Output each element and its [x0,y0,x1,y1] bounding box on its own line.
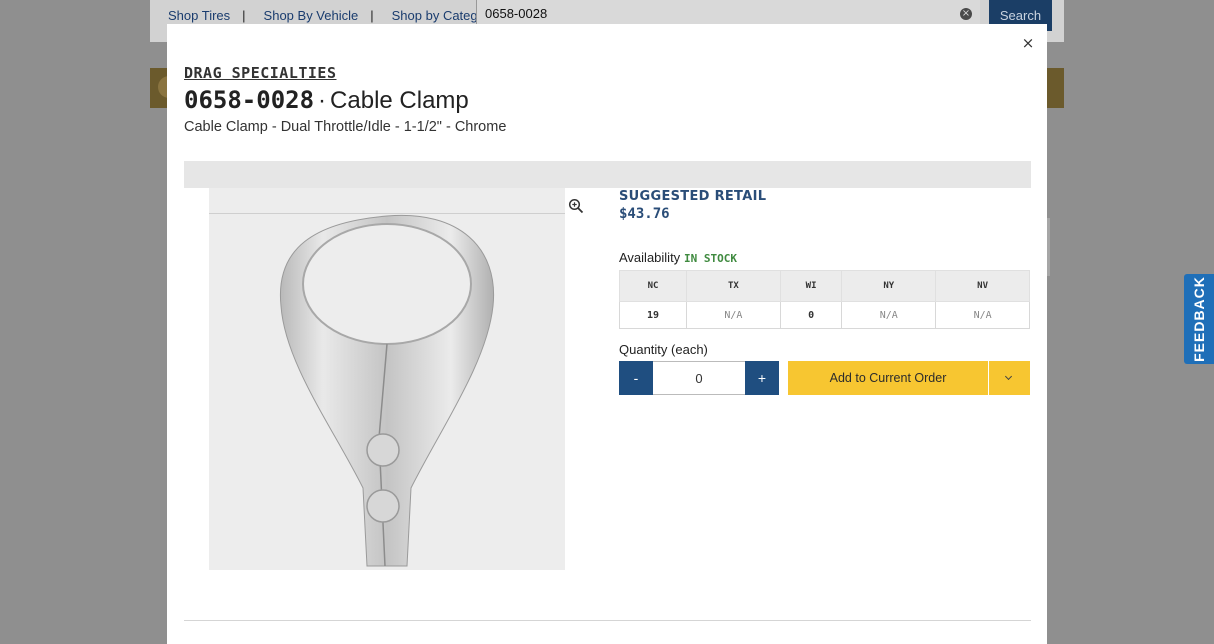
warehouse-header-wi: WI [779,270,843,302]
warehouse-value-row: 19 N/A 0 N/A N/A [619,301,1030,329]
image-tab-strip [184,161,1031,188]
warehouse-value-ny: N/A [841,301,937,329]
product-image[interactable] [209,188,565,570]
clear-search-icon[interactable]: × [960,8,972,20]
warehouse-header-nc: NC [619,270,687,302]
warehouse-header-ny: NY [841,270,937,302]
chevron-down-icon [1004,372,1013,381]
warehouse-header-nv: NV [935,270,1030,302]
stock-status-badge: IN STOCK [684,252,737,265]
zoom-in-icon[interactable] [568,198,584,214]
title-separator: · [318,87,327,114]
add-to-order-dropdown-button[interactable] [989,361,1030,395]
quantity-input[interactable] [653,361,745,395]
quantity-label: Quantity (each) [619,342,708,357]
quantity-decrement-button[interactable]: - [619,361,653,395]
nav-shop-by-vehicle[interactable]: Shop By Vehicle [264,8,359,23]
warehouse-value-nc: 19 [619,301,687,329]
nav-shop-tires[interactable]: Shop Tires [168,8,230,23]
cable-clamp-image [279,214,495,567]
nav-separator: | [242,7,246,23]
warehouse-value-tx: N/A [685,301,781,329]
suggested-retail-price: $43.76 [619,206,670,222]
product-modal: × DRAG SPECIALTIES 0658-0028 · Cable Clamp… [167,24,1047,644]
brand-link[interactable]: DRAG SPECIALTIES [184,64,337,82]
search-input-value: 0658-0028 [485,6,548,21]
quantity-increment-button[interactable]: + [745,361,779,395]
product-title: 0658-0028 · Cable Clamp [184,86,469,115]
warehouse-value-nv: N/A [935,301,1030,329]
product-description: Cable Clamp - Dual Throttle/Idle - 1-1/2… [184,119,507,135]
feedback-label: FEEDBACK [1191,276,1207,362]
product-sku: 0658-0028 [184,86,315,114]
close-button[interactable]: × [1021,36,1035,51]
nav-separator: | [370,7,374,23]
modal-footer-divider [184,620,1031,621]
warehouse-header-tx: TX [685,270,781,302]
product-name: Cable Clamp [330,87,469,114]
suggested-retail-label: SUGGESTED RETAIL [619,189,767,204]
warehouse-value-wi: 0 [779,301,843,329]
availability-label: Availability [619,250,681,265]
warehouse-header-row: NC TX WI NY NV [619,270,1030,302]
feedback-tab[interactable]: FEEDBACK [1184,274,1214,364]
add-to-current-order-button[interactable]: Add to Current Order [788,361,988,395]
warehouse-stock-table: NC TX WI NY NV 19 N/A 0 N/A N/A [619,270,1030,329]
